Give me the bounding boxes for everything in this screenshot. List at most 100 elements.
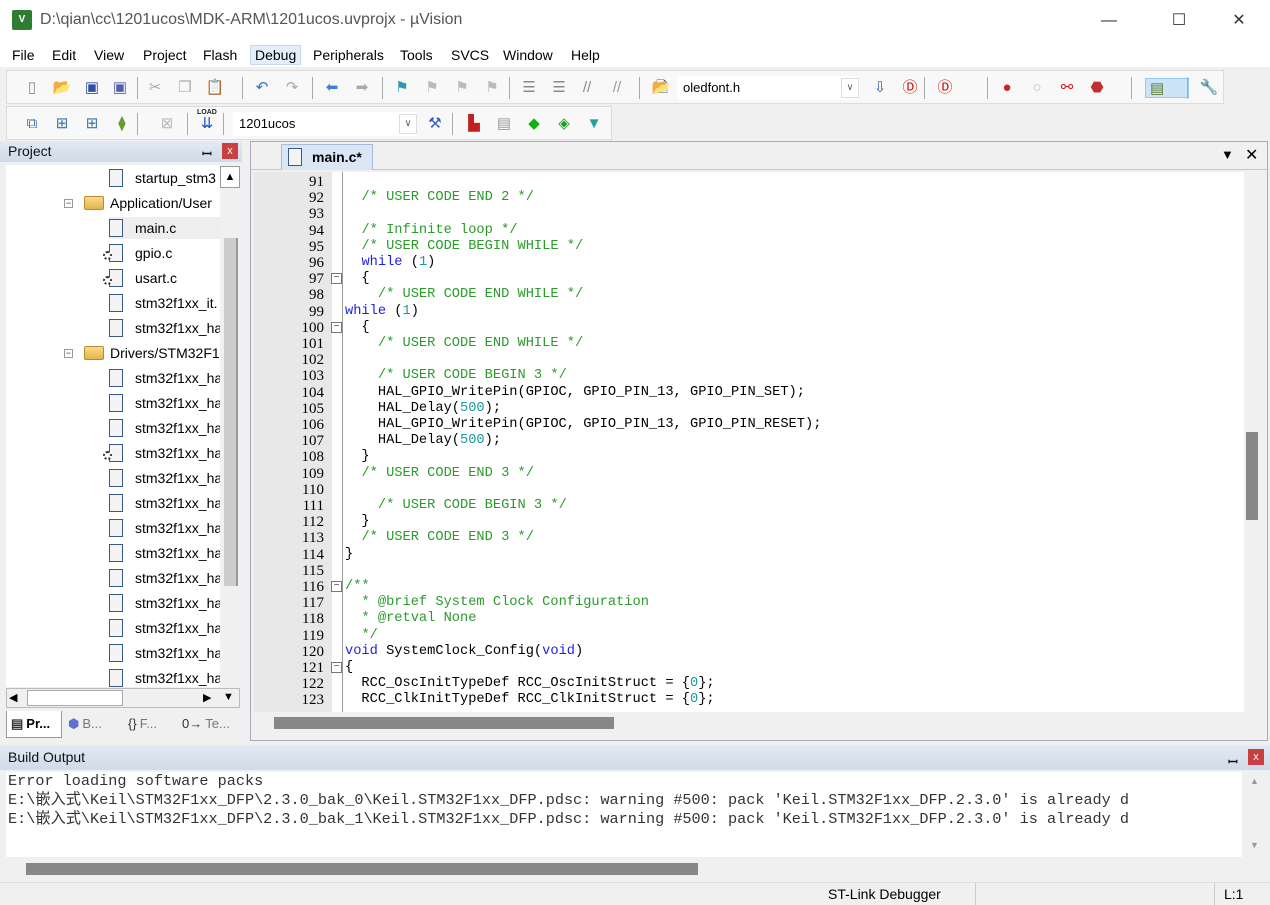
target-combo[interactable]: 1201ucos ∨	[233, 112, 417, 136]
tab-books[interactable]: ⬢ B...	[64, 711, 118, 738]
uncomment-icon[interactable]: //	[607, 78, 627, 98]
indent-icon[interactable]: ☰	[519, 78, 539, 98]
code-area[interactable]: 91 92 /* USER CODE END 2 */ 93 94 /* Infini…	[254, 172, 1244, 712]
fold-minus-icon[interactable]: −	[331, 662, 342, 673]
menu-edit[interactable]: Edit	[48, 45, 80, 65]
breakpoint-disable-icon[interactable]: ⚯	[1057, 78, 1077, 98]
navigate-forward-icon[interactable]: ➡	[352, 78, 372, 98]
tree-file[interactable]: gpio.c	[103, 242, 220, 264]
project-tree-vscroll[interactable]: ▲	[220, 166, 240, 686]
build-output-vscroll[interactable]: ▲ ▼	[1244, 772, 1264, 857]
bookmark-icon[interactable]: ⚑	[392, 78, 412, 98]
rebuild-icon[interactable]: ⊞	[82, 114, 102, 134]
unindent-icon[interactable]: ☰	[549, 78, 569, 98]
tree-file[interactable]: stm32f1xx_ha	[109, 392, 220, 414]
tree-folder[interactable]: Application/User	[84, 192, 220, 214]
close-panel-button[interactable]: x	[1248, 749, 1264, 765]
maximize-button[interactable]: ☐	[1156, 6, 1202, 36]
stop-build-icon[interactable]: ⊠	[157, 114, 177, 134]
scroll-thumb[interactable]	[224, 238, 238, 586]
copy-icon[interactable]: ❐	[175, 78, 195, 98]
tree-file[interactable]: stm32f1xx_ha	[109, 467, 220, 489]
tree-file[interactable]: main.c	[109, 217, 220, 239]
chevron-down-icon[interactable]: ∨	[399, 114, 417, 134]
cut-icon[interactable]: ✂	[145, 78, 165, 98]
menu-window[interactable]: Window	[499, 45, 557, 65]
scroll-up-icon[interactable]: ▲	[1250, 776, 1259, 786]
prev-bookmark-icon[interactable]: ⚑	[422, 78, 442, 98]
menu-project[interactable]: Project	[139, 45, 191, 65]
tree-file[interactable]: stm32f1xx_ha	[109, 567, 220, 589]
pack-installer-icon[interactable]: ◆	[524, 114, 544, 134]
tree-file[interactable]: stm32f1xx_ha	[109, 642, 220, 664]
clear-bookmarks-icon[interactable]: ⚑	[482, 78, 502, 98]
menu-help[interactable]: Help	[567, 45, 604, 65]
tree-file[interactable]: startup_stm3	[109, 167, 220, 189]
tree-file[interactable]: stm32f1xx_ha	[109, 417, 220, 439]
scroll-down-icon[interactable]: ▼	[223, 691, 234, 703]
collapse-icon[interactable]: −	[64, 349, 73, 358]
tree-file[interactable]: stm32f1xx_ha	[109, 592, 220, 614]
undo-icon[interactable]: ↶	[252, 78, 272, 98]
select-packs-icon[interactable]: ▤	[494, 114, 514, 134]
tree-file[interactable]: stm32f1xx_ha	[109, 492, 220, 514]
close-window-button[interactable]: ✕	[1216, 6, 1262, 36]
batch-build-icon[interactable]: ⧫	[112, 114, 132, 134]
save-all-icon[interactable]: ▣	[110, 78, 130, 98]
close-panel-button[interactable]: x	[222, 143, 238, 159]
scroll-down-icon[interactable]: ▼	[1250, 840, 1259, 850]
scroll-thumb[interactable]	[1246, 432, 1258, 520]
menu-debug[interactable]: Debug	[250, 45, 302, 65]
menu-svcs[interactable]: SVCS	[447, 45, 493, 65]
paste-icon[interactable]: 📋	[205, 78, 225, 98]
next-bookmark-icon[interactable]: ⚑	[452, 78, 472, 98]
menu-flash[interactable]: Flash	[199, 45, 241, 65]
scroll-thumb[interactable]	[26, 863, 698, 875]
breakpoint-insert-icon[interactable]: ●	[997, 78, 1017, 98]
target-options-icon[interactable]: ⚒	[425, 114, 445, 134]
new-file-icon[interactable]: ▯	[22, 78, 42, 98]
tree-file[interactable]: stm32f1xx_ha	[109, 542, 220, 564]
tree-folder[interactable]: Drivers/STM32F1	[84, 342, 220, 364]
tree-file[interactable]: stm32f1xx_it.	[109, 292, 220, 314]
scroll-right-icon[interactable]: ▶	[203, 691, 211, 704]
tab-project[interactable]: ▤ Pr...	[6, 711, 62, 738]
breakpoint-enable-icon[interactable]: ○	[1027, 78, 1047, 98]
close-tab-button[interactable]: ✕	[1245, 145, 1258, 165]
manage-run-time-icon[interactable]: ▼	[584, 114, 604, 134]
tree-file[interactable]: stm32f1xx_ha	[103, 442, 220, 464]
navigate-back-icon[interactable]: ⬅	[322, 78, 342, 98]
menu-peripherals[interactable]: Peripherals	[309, 45, 388, 65]
translate-icon[interactable]: ⧉	[22, 114, 42, 134]
collapse-icon[interactable]: −	[64, 199, 73, 208]
window-layout-icon[interactable]: ▤	[1145, 78, 1189, 98]
comment-icon[interactable]: //	[577, 78, 597, 98]
tab-list-dropdown-icon[interactable]: ▼	[1221, 147, 1234, 162]
tab-main-c[interactable]: main.c*	[281, 144, 373, 170]
build-icon[interactable]: ⊞	[52, 114, 72, 134]
configure-icon[interactable]: 🔧	[1199, 78, 1219, 98]
tree-file[interactable]: stm32f1xx_ha	[109, 367, 220, 389]
editor-vscroll[interactable]	[1244, 172, 1260, 712]
menu-file[interactable]: File	[8, 45, 39, 65]
fold-minus-icon[interactable]: −	[331, 581, 342, 592]
tree-file[interactable]: stm32f1xx_ha	[109, 617, 220, 639]
menu-tools[interactable]: Tools	[396, 45, 437, 65]
scroll-left-icon[interactable]: ◀	[9, 691, 17, 704]
manage-components-icon[interactable]: ▙	[464, 114, 484, 134]
menu-view[interactable]: View	[90, 45, 128, 65]
download-icon[interactable]: ⇊	[197, 114, 217, 134]
incremental-find-icon[interactable]: Ⓓ	[900, 78, 920, 98]
chevron-down-icon[interactable]: ∨	[841, 78, 859, 98]
find-icon[interactable]: ⇩	[870, 78, 890, 98]
breakpoint-kill-icon[interactable]: ⬣	[1087, 78, 1107, 98]
minimize-button[interactable]: —	[1086, 6, 1132, 36]
project-tree-hscroll[interactable]: ◀ ▶ ▼	[6, 688, 240, 708]
pin-icon[interactable]: ꟷ	[202, 144, 212, 165]
find-folder-icon[interactable]: 📂	[651, 78, 671, 98]
find-combo[interactable]: oledfont.h ∨	[677, 76, 859, 100]
fold-minus-icon[interactable]: −	[331, 321, 342, 333]
save-icon[interactable]: ▣	[82, 78, 102, 98]
tab-templates[interactable]: 0→ Te...	[178, 711, 232, 738]
editor-hscroll[interactable]	[254, 713, 1244, 737]
